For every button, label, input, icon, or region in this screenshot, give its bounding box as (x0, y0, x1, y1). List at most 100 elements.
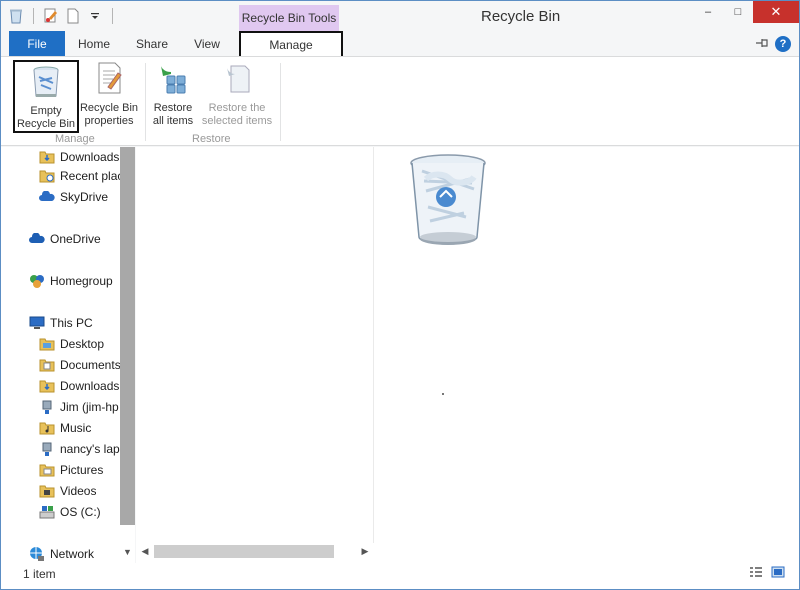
item-count: 1 item (23, 567, 56, 581)
new-folder-quick-icon[interactable] (64, 7, 82, 25)
horizontal-scrollbar[interactable]: ◀ ▶ (136, 543, 374, 560)
nav-item-label: Homegroup (50, 274, 113, 288)
nav-item-jim-hp[interactable]: Jim (jim-hp (39, 397, 119, 417)
nav-item-skydrive[interactable]: SkyDrive (39, 187, 108, 207)
recycle-bin-small-icon[interactable] (7, 7, 25, 25)
network-icon (29, 546, 45, 562)
drive-icon (39, 504, 55, 520)
empty-label-line1: Empty (30, 105, 62, 117)
nav-item-os-c[interactable]: OS (C:) (39, 502, 101, 522)
nav-item-documents[interactable]: Documents (39, 355, 121, 375)
navigation-pane: Downloads Recent plac SkyDrive OneDrive … (1, 147, 135, 563)
nav-item-nancys-lap[interactable]: nancy's lap (39, 439, 120, 459)
content-left-column (136, 147, 374, 543)
context-tab-header: Recycle Bin Tools (239, 5, 339, 31)
restore-selected-icon (219, 60, 255, 96)
tab-share[interactable]: Share (129, 31, 175, 56)
downloads-folder-icon (39, 378, 55, 394)
status-bar: 1 item (1, 563, 799, 589)
maximize-button[interactable]: □ (723, 1, 753, 23)
nav-vertical-scrollbar[interactable]: ▼ (120, 147, 135, 563)
large-icons-view-icon[interactable] (771, 566, 785, 581)
window-title: Recycle Bin (481, 8, 561, 25)
music-folder-icon (39, 420, 55, 436)
content-area: ◀ ▶ (136, 147, 799, 563)
help-icon[interactable]: ? (775, 36, 791, 52)
group-separator (145, 63, 146, 141)
nav-item-music[interactable]: Music (39, 418, 91, 438)
pin-ribbon-icon[interactable] (755, 37, 769, 52)
window-controls: – □ ✕ (693, 1, 799, 23)
recycle-bin-properties-button[interactable]: Recycle Bin properties (79, 60, 139, 128)
nav-item-recent-places[interactable]: Recent plac (39, 166, 123, 186)
recycle-bin-large-icon (408, 151, 488, 252)
documents-folder-icon (39, 357, 55, 373)
nav-item-homegroup[interactable]: Homegroup (29, 271, 113, 291)
properties-quick-icon[interactable] (42, 7, 60, 25)
nav-item-pictures[interactable]: Pictures (39, 460, 103, 480)
quick-access-toolbar (7, 7, 117, 25)
nav-item-label: Music (60, 421, 92, 435)
nav-item-label: nancy's lap (60, 442, 120, 456)
nav-item-label: SkyDrive (60, 190, 109, 204)
downloads-folder-icon (39, 149, 55, 165)
tab-manage[interactable]: Manage (239, 31, 343, 58)
nav-item-videos[interactable]: Videos (39, 481, 96, 501)
restore-selected-items-button[interactable]: Restore the selected items (199, 60, 275, 128)
empty-label-line2: Recycle Bin (16, 118, 76, 130)
tab-home[interactable]: Home (71, 31, 117, 56)
title-bar: Recycle Bin Tools Recycle Bin – □ ✕ (1, 1, 799, 31)
explorer-window: Recycle Bin Tools Recycle Bin – □ ✕ File… (0, 0, 800, 590)
onedrive-icon (29, 231, 45, 247)
view-toggles (749, 566, 785, 581)
recent-places-icon (39, 168, 55, 184)
restore-selected-label-line2: selected items (201, 115, 273, 127)
scroll-right-icon[interactable]: ▶ (358, 543, 372, 560)
nav-item-label: Network (50, 547, 95, 561)
ribbon-right-controls: ? (755, 36, 791, 52)
nav-item-label: Jim (jim-hp (60, 400, 119, 414)
nav-item-label: Downloads (60, 379, 120, 393)
qat-dropdown-icon[interactable] (86, 7, 104, 25)
empty-recycle-bin-button[interactable]: Empty Recycle Bin (13, 60, 79, 133)
nav-item-onedrive[interactable]: OneDrive (29, 229, 101, 249)
homegroup-icon (29, 273, 45, 289)
qat-separator (112, 8, 113, 24)
scroll-left-icon[interactable]: ◀ (138, 543, 152, 560)
recycle-bin-icon (28, 64, 64, 99)
horizontal-scroll-thumb[interactable] (154, 545, 334, 558)
nav-item-desktop[interactable]: Desktop (39, 334, 104, 354)
nav-item-label: Recent plac (60, 169, 124, 183)
minimize-button[interactable]: – (693, 1, 723, 23)
nav-item-downloads-pc[interactable]: Downloads (39, 376, 119, 396)
nav-item-this-pc[interactable]: This PC (29, 313, 93, 333)
scroll-down-icon[interactable]: ▼ (120, 545, 135, 559)
group-separator (280, 63, 281, 141)
skydrive-icon (39, 189, 55, 205)
tab-view[interactable]: View (185, 31, 229, 56)
network-user-icon (39, 399, 55, 415)
close-button[interactable]: ✕ (753, 1, 799, 23)
details-view-icon[interactable] (749, 566, 763, 581)
restore-all-label-line2: all items (152, 115, 194, 127)
nav-item-label: OneDrive (50, 232, 101, 246)
tab-file[interactable]: File (9, 31, 65, 56)
nav-item-label: Documents (60, 358, 121, 372)
nav-item-label: Videos (60, 484, 97, 498)
nav-item-network[interactable]: Network (29, 544, 94, 564)
nav-item-label: OS (C:) (60, 505, 101, 519)
props-label-line2: properties (84, 115, 134, 127)
ribbon: Empty Recycle Bin Recycle Bin properties… (1, 56, 799, 146)
nav-item-downloads[interactable]: Downloads (39, 147, 119, 167)
nav-item-label: Pictures (60, 463, 104, 477)
restore-all-items-button[interactable]: Restore all items (149, 60, 197, 128)
restore-selected-label-line1: Restore the (208, 102, 266, 114)
this-pc-icon (29, 315, 45, 331)
content-dot (442, 393, 444, 395)
ribbon-tabs: File Home Share View Manage ? (1, 31, 799, 58)
nav-scroll-thumb[interactable] (120, 147, 135, 525)
nav-item-label: Downloads (60, 150, 120, 164)
qat-separator (33, 8, 34, 24)
props-label-line1: Recycle Bin (79, 102, 139, 114)
pictures-folder-icon (39, 462, 55, 478)
